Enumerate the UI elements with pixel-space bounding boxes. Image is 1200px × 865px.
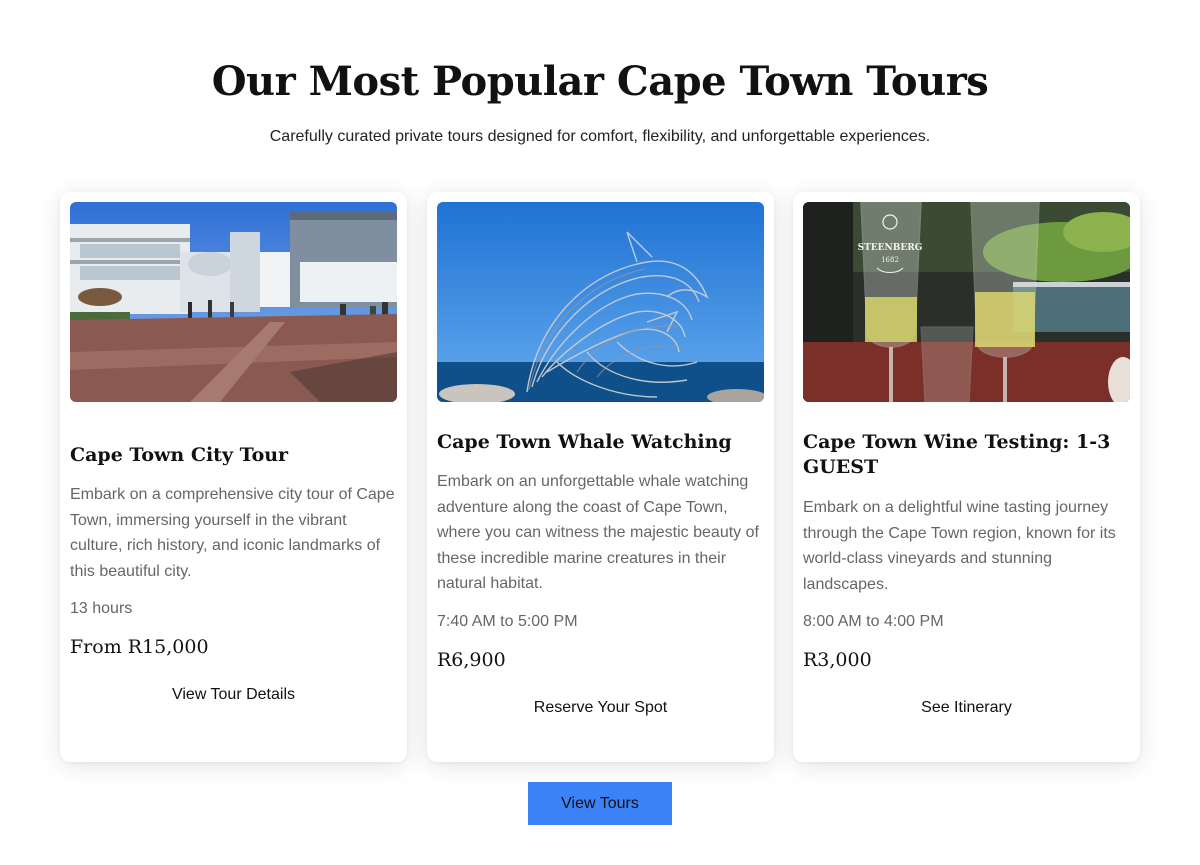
waterfront-photo (70, 202, 397, 402)
tour-price: From R15,000 (70, 636, 209, 658)
see-itinerary-link[interactable]: See Itinerary (803, 699, 1130, 717)
tour-card-whale: Cape Town Whale Watching Embark on an un… (427, 192, 774, 762)
tour-image-wine[interactable]: STEENBERG 1682 (803, 202, 1130, 402)
reserve-your-spot-link[interactable]: Reserve Your Spot (437, 699, 764, 717)
glass-print-year: 1682 (881, 256, 899, 264)
tour-title: Cape Town Wine Testing: 1-3 GUEST (803, 431, 1111, 478)
tour-duration: 8:00 AM to 4:00 PM (803, 613, 944, 630)
tour-description: Embark on a comprehensive city tour of C… (70, 486, 395, 580)
tour-title: Cape Town Whale Watching (437, 431, 732, 453)
view-tours-button[interactable]: View Tours (528, 782, 672, 825)
view-tour-details-link[interactable]: View Tour Details (70, 686, 397, 704)
tour-card-wine: STEENBERG 1682 Cape Town Wine Testing: 1… (793, 192, 1140, 762)
tour-price: R3,000 (803, 649, 872, 671)
dolphin-sculpture-photo (437, 202, 764, 402)
tour-image-whale[interactable] (437, 202, 764, 402)
tour-duration: 13 hours (70, 600, 133, 617)
tour-title: Cape Town City Tour (70, 444, 289, 466)
tour-duration: 7:40 AM to 5:00 PM (437, 613, 578, 630)
tour-description: Embark on a delightful wine tasting jour… (803, 499, 1116, 593)
tour-image-city[interactable] (70, 202, 397, 402)
tour-price: R6,900 (437, 649, 506, 671)
section-subtitle: Carefully curated private tours designed… (269, 128, 931, 145)
glass-print-brand: STEENBERG (858, 243, 923, 253)
section-title: Our Most Popular Cape Town Tours (211, 58, 989, 105)
tour-card-city: Cape Town City Tour Embark on a comprehe… (60, 192, 407, 762)
tour-description: Embark on an unforgettable whale watchin… (437, 473, 759, 592)
wine-glasses-photo: STEENBERG 1682 (803, 202, 1130, 402)
